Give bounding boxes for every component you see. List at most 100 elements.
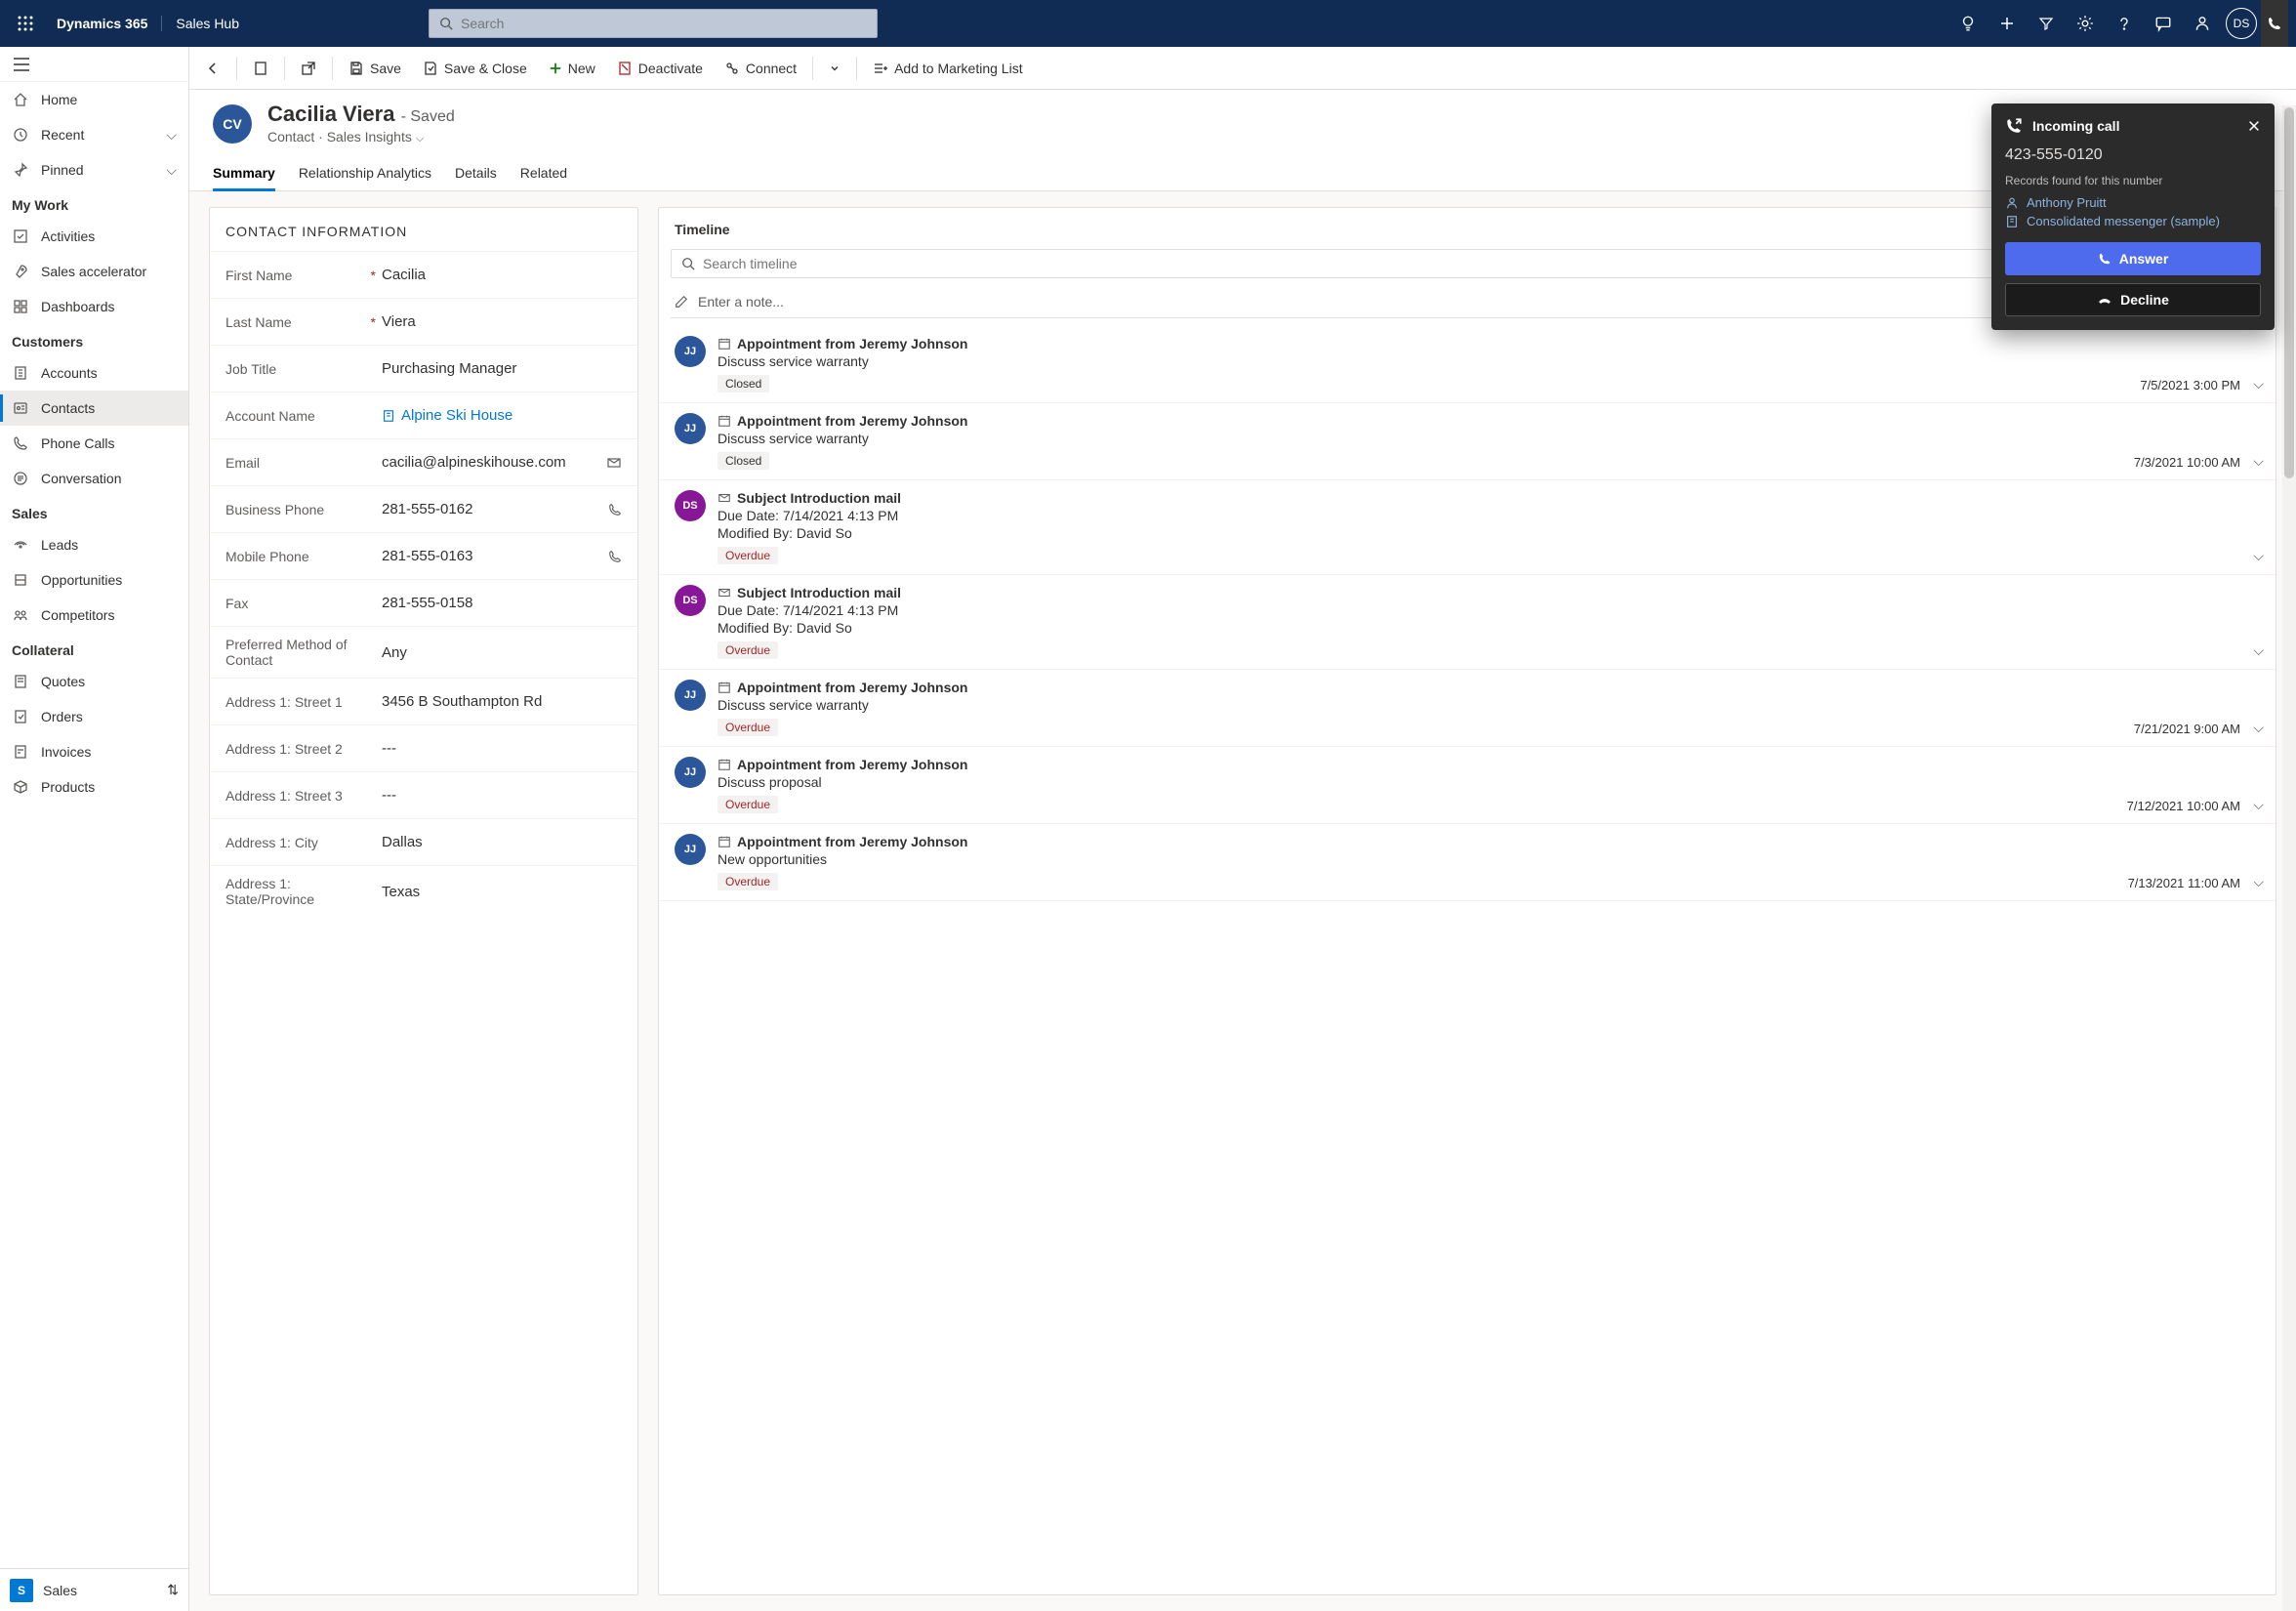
answer-button[interactable]: Answer xyxy=(2005,242,2261,275)
new-button[interactable]: New xyxy=(539,51,605,86)
field-preferred-contact[interactable]: Preferred Method of ContactAny xyxy=(210,626,637,678)
nav-dashboards[interactable]: Dashboards xyxy=(0,289,188,324)
expand-icon[interactable]: ⌵ xyxy=(2253,453,2264,470)
nav-quotes[interactable]: Quotes xyxy=(0,664,188,699)
decline-button[interactable]: Decline xyxy=(2005,283,2261,316)
back-button[interactable] xyxy=(195,51,230,86)
field-mobile-phone[interactable]: Mobile Phone281-555-0163 xyxy=(210,532,637,579)
nav-competitors[interactable]: Competitors xyxy=(0,598,188,633)
brand-label[interactable]: Dynamics 365 xyxy=(43,16,162,31)
scrollbar-thumb[interactable] xyxy=(2284,107,2294,478)
close-call-button[interactable] xyxy=(2247,119,2261,133)
scrollbar-track[interactable] xyxy=(2282,105,2296,1611)
field-first-name[interactable]: First Name*Cacilia xyxy=(210,251,637,298)
timeline-item[interactable]: JJAppointment from Jeremy JohnsonDiscuss… xyxy=(659,747,2276,824)
area-switcher[interactable]: S Sales ⇅ xyxy=(0,1568,188,1611)
timeline-item[interactable]: JJAppointment from Jeremy JohnsonDiscuss… xyxy=(659,403,2276,480)
nav-recent[interactable]: Recent ⌵ xyxy=(0,117,188,152)
help-icon[interactable] xyxy=(2105,0,2144,47)
field-street3[interactable]: Address 1: Street 3--- xyxy=(210,771,637,818)
nav-opportunities[interactable]: Opportunities xyxy=(0,562,188,598)
nav-orders[interactable]: Orders xyxy=(0,699,188,734)
deactivate-button[interactable]: Deactivate xyxy=(607,51,713,86)
connect-button[interactable]: Connect xyxy=(715,51,806,86)
nav-sales-accelerator[interactable]: Sales accelerator xyxy=(0,254,188,289)
phone-panel-toggle[interactable] xyxy=(2261,0,2288,47)
nav-activities[interactable]: Activities xyxy=(0,219,188,254)
nav-products[interactable]: Products xyxy=(0,769,188,805)
expand-icon[interactable]: ⌵ xyxy=(2253,376,2264,392)
cmd-label: Deactivate xyxy=(638,61,703,76)
sitemap-sidebar: Home Recent ⌵ Pinned ⌵ My Work Activitie… xyxy=(0,47,189,1611)
tab-relationship-analytics[interactable]: Relationship Analytics xyxy=(299,157,431,190)
global-search[interactable] xyxy=(429,9,878,38)
user-avatar[interactable]: DS xyxy=(2226,8,2257,39)
nav-phonecalls[interactable]: Phone Calls xyxy=(0,426,188,461)
conversation-icon xyxy=(12,470,29,487)
nav-leads[interactable]: Leads xyxy=(0,527,188,562)
call-record-account[interactable]: Consolidated messenger (sample) xyxy=(2005,212,2261,230)
phone-action-icon[interactable] xyxy=(608,503,622,516)
open-record-set-button[interactable] xyxy=(243,51,278,86)
connect-split-button[interactable] xyxy=(819,51,850,86)
call-record-contact[interactable]: Anthony Pruitt xyxy=(2005,193,2261,212)
nav-invoices[interactable]: Invoices xyxy=(0,734,188,769)
expand-icon[interactable]: ⌵ xyxy=(2253,548,2264,564)
chat-icon[interactable] xyxy=(2144,0,2183,47)
timeline-item[interactable]: JJAppointment from Jeremy JohnsonNew opp… xyxy=(659,824,2276,901)
field-last-name[interactable]: Last Name*Viera xyxy=(210,298,637,345)
add-marketing-button[interactable]: Add to Marketing List xyxy=(863,51,1033,86)
timeline-item[interactable]: JJAppointment from Jeremy JohnsonDiscuss… xyxy=(659,670,2276,747)
field-business-phone[interactable]: Business Phone281-555-0162 xyxy=(210,485,637,532)
nav-label: Leads xyxy=(41,537,78,553)
activity-avatar: JJ xyxy=(675,680,706,711)
expand-icon[interactable]: ⌵ xyxy=(2253,720,2264,736)
nav-accounts[interactable]: Accounts xyxy=(0,355,188,391)
expand-icon[interactable]: ⌵ xyxy=(2253,797,2264,813)
field-email[interactable]: Emailcacilia@alpineskihouse.com xyxy=(210,438,637,485)
tab-details[interactable]: Details xyxy=(455,157,497,190)
timeline-item[interactable]: JJAppointment from Jeremy JohnsonDiscuss… xyxy=(659,326,2276,403)
tab-related[interactable]: Related xyxy=(520,157,567,190)
gear-icon[interactable] xyxy=(2066,0,2105,47)
add-icon[interactable] xyxy=(1988,0,2027,47)
nav-contacts[interactable]: Contacts xyxy=(0,391,188,426)
nav-home[interactable]: Home xyxy=(0,82,188,117)
activity-title: Subject Introduction mail xyxy=(737,585,901,600)
app-launcher-icon[interactable] xyxy=(8,6,43,41)
email-action-icon[interactable] xyxy=(606,455,622,471)
nav-label: Opportunities xyxy=(41,572,122,588)
calendar-icon xyxy=(718,414,731,428)
nav-pinned[interactable]: Pinned ⌵ xyxy=(0,152,188,187)
assistant-icon[interactable] xyxy=(2183,0,2222,47)
sidebar-toggle[interactable] xyxy=(0,47,188,82)
save-button[interactable]: Save xyxy=(339,51,411,86)
timeline-item[interactable]: DSSubject Introduction mailDue Date: 7/1… xyxy=(659,480,2276,575)
save-close-button[interactable]: Save & Close xyxy=(413,51,537,86)
contact-icon xyxy=(12,399,29,417)
field-street2[interactable]: Address 1: Street 2--- xyxy=(210,724,637,771)
expand-icon[interactable]: ⌵ xyxy=(2253,874,2264,890)
activity-status-badge: Overdue xyxy=(718,719,778,736)
lightbulb-icon[interactable] xyxy=(1948,0,1988,47)
tab-summary[interactable]: Summary xyxy=(213,157,275,190)
field-account-name[interactable]: Account NameAlpine Ski House xyxy=(210,392,637,438)
field-fax[interactable]: Fax281-555-0158 xyxy=(210,579,637,626)
section-sales: Sales xyxy=(0,496,188,527)
search-input[interactable] xyxy=(461,16,867,31)
account-lookup-link[interactable]: Alpine Ski House xyxy=(382,407,622,424)
activity-avatar: JJ xyxy=(675,834,706,865)
form-selector[interactable]: Sales Insights⌵ xyxy=(327,129,425,145)
hub-label[interactable]: Sales Hub xyxy=(162,16,253,31)
timeline-item[interactable]: DSSubject Introduction mailDue Date: 7/1… xyxy=(659,575,2276,670)
field-job-title[interactable]: Job TitlePurchasing Manager xyxy=(210,345,637,392)
filter-icon[interactable] xyxy=(2027,0,2066,47)
field-street1[interactable]: Address 1: Street 13456 B Southampton Rd xyxy=(210,678,637,724)
nav-conversation[interactable]: Conversation xyxy=(0,461,188,496)
phone-action-icon[interactable] xyxy=(608,550,622,563)
field-city[interactable]: Address 1: CityDallas xyxy=(210,818,637,865)
field-state[interactable]: Address 1: State/ProvinceTexas xyxy=(210,865,637,917)
popout-button[interactable] xyxy=(291,51,326,86)
activity-status-badge: Overdue xyxy=(718,796,778,813)
expand-icon[interactable]: ⌵ xyxy=(2253,642,2264,659)
